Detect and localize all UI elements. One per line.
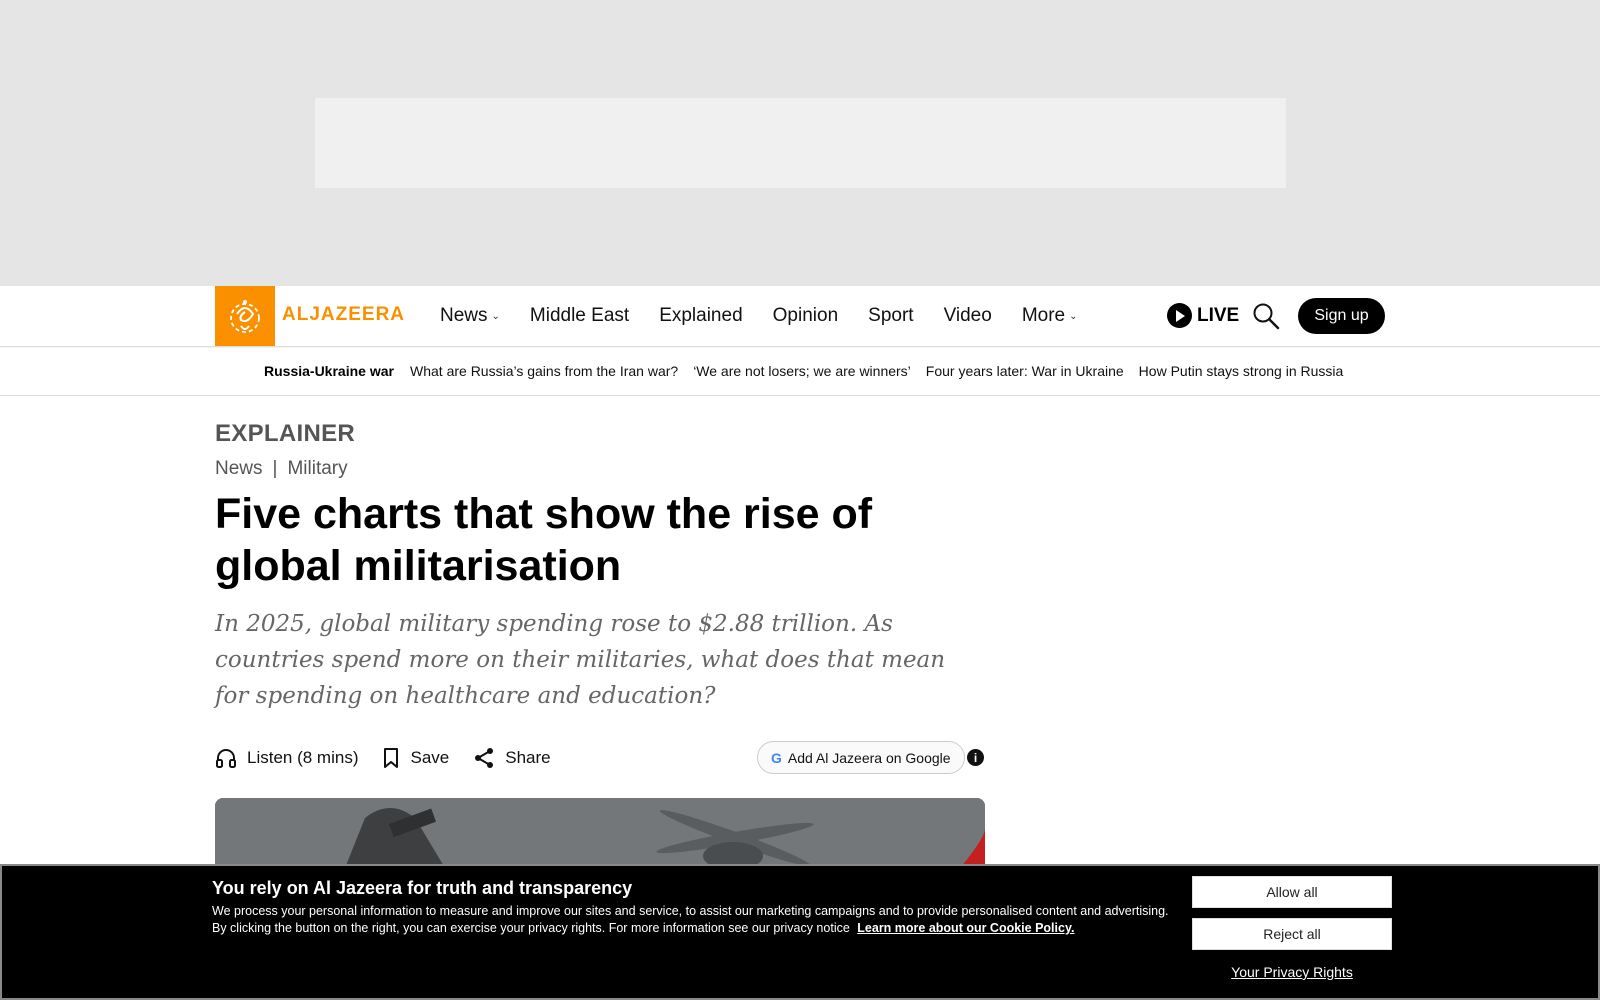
listen-button[interactable]: Listen (8 mins) xyxy=(215,747,358,769)
nav-item-label: Sport xyxy=(868,305,914,326)
cookie-banner: You rely on Al Jazeera for truth and tra… xyxy=(0,864,1600,1000)
topic-title[interactable]: Russia-Ukraine war xyxy=(264,363,394,379)
nav-item-news[interactable]: News ⌄ xyxy=(440,305,500,327)
google-label: Add Al Jazeera on Google xyxy=(787,749,951,766)
topic-links: What are Russia’s gains from the Iran wa… xyxy=(410,363,1358,379)
article-subhead: In 2025, global military spending rose t… xyxy=(215,611,946,709)
headphones-icon xyxy=(216,749,236,768)
cookie-title: You rely on Al Jazeera for truth and tra… xyxy=(212,878,633,898)
search-icon[interactable] xyxy=(1252,302,1280,330)
topic-link[interactable]: What are Russia’s gains from the Iran wa… xyxy=(410,363,678,379)
cookie-text: We process your personal information to … xyxy=(212,903,1172,937)
allow-all-button[interactable]: Allow all xyxy=(1192,876,1392,908)
save-button[interactable]: Save xyxy=(382,747,449,769)
nav-item-opinion[interactable]: Opinion xyxy=(773,305,839,327)
ad-area xyxy=(0,0,1600,286)
hero-image xyxy=(215,798,985,868)
signup-button[interactable]: Sign up xyxy=(1298,298,1385,334)
cookie-policy-link[interactable]: Learn more about our Cookie Policy. xyxy=(857,921,1074,935)
nav-item-sport[interactable]: Sport xyxy=(868,305,913,327)
nav-item-label: Opinion xyxy=(772,305,839,326)
play-icon xyxy=(1167,303,1192,328)
breadcrumb-item-military[interactable]: Military xyxy=(287,458,347,480)
nav-item-label: Middle East xyxy=(529,305,630,326)
privacy-rights-link[interactable]: Your Privacy Rights xyxy=(1192,964,1392,980)
article-tools: Listen (8 mins) Save Share G Add Al Jaze… xyxy=(215,738,985,778)
main-nav: News ⌄ Middle East Explained Opinion Spo… xyxy=(440,286,1108,346)
add-on-google-button[interactable]: G Add Al Jazeera on Google xyxy=(757,741,965,774)
topic-link[interactable]: How Putin stays strong in Russia xyxy=(1139,363,1344,379)
nav-item-label: More xyxy=(1021,305,1066,326)
article-kicker: EXPLAINER xyxy=(215,420,356,447)
logo-wordmark[interactable]: ALJAZEERA xyxy=(282,304,405,326)
nav-item-explained[interactable]: Explained xyxy=(659,305,742,327)
share-button[interactable]: Share xyxy=(473,747,551,769)
logo-icon[interactable] xyxy=(215,286,275,346)
ad-slot xyxy=(315,98,1286,188)
reject-all-button[interactable]: Reject all xyxy=(1192,918,1392,950)
site-header: ALJAZEERA News ⌄ Middle East Explained O… xyxy=(0,286,1600,347)
google-icon: G xyxy=(771,749,782,766)
topic-link[interactable]: Four years later: War in Ukraine xyxy=(926,363,1124,379)
share-icon xyxy=(475,748,494,768)
nav-item-label: News xyxy=(440,305,488,326)
share-label: Share xyxy=(505,748,551,767)
info-icon[interactable]: i xyxy=(967,749,984,766)
topic-link[interactable]: ‘We are not losers; we are winners’ xyxy=(693,363,911,379)
breadcrumb-item-news[interactable]: News xyxy=(215,458,263,480)
listen-label: Listen (8 mins) xyxy=(247,748,359,767)
breadcrumb-separator: | xyxy=(272,458,278,479)
live-button[interactable]: LIVE xyxy=(1167,303,1239,328)
live-label: LIVE xyxy=(1197,304,1240,326)
chevron-down-icon: ⌄ xyxy=(1069,310,1078,322)
topic-bar: Russia-Ukraine war What are Russia’s gai… xyxy=(0,348,1600,396)
nav-item-label: Video xyxy=(943,305,992,326)
article-headline: Five charts that show the rise of global… xyxy=(215,490,873,590)
nav-item-video[interactable]: Video xyxy=(944,305,992,327)
save-label: Save xyxy=(410,748,450,767)
article: EXPLAINER News | Military Five charts th… xyxy=(215,420,985,778)
bookmark-icon xyxy=(384,748,399,768)
nav-item-middle-east[interactable]: Middle East xyxy=(530,305,629,327)
chevron-down-icon: ⌄ xyxy=(491,310,500,322)
nav-item-label: Explained xyxy=(659,305,743,326)
nav-item-more[interactable]: More ⌄ xyxy=(1022,305,1078,327)
breadcrumb: News | Military xyxy=(215,458,985,480)
